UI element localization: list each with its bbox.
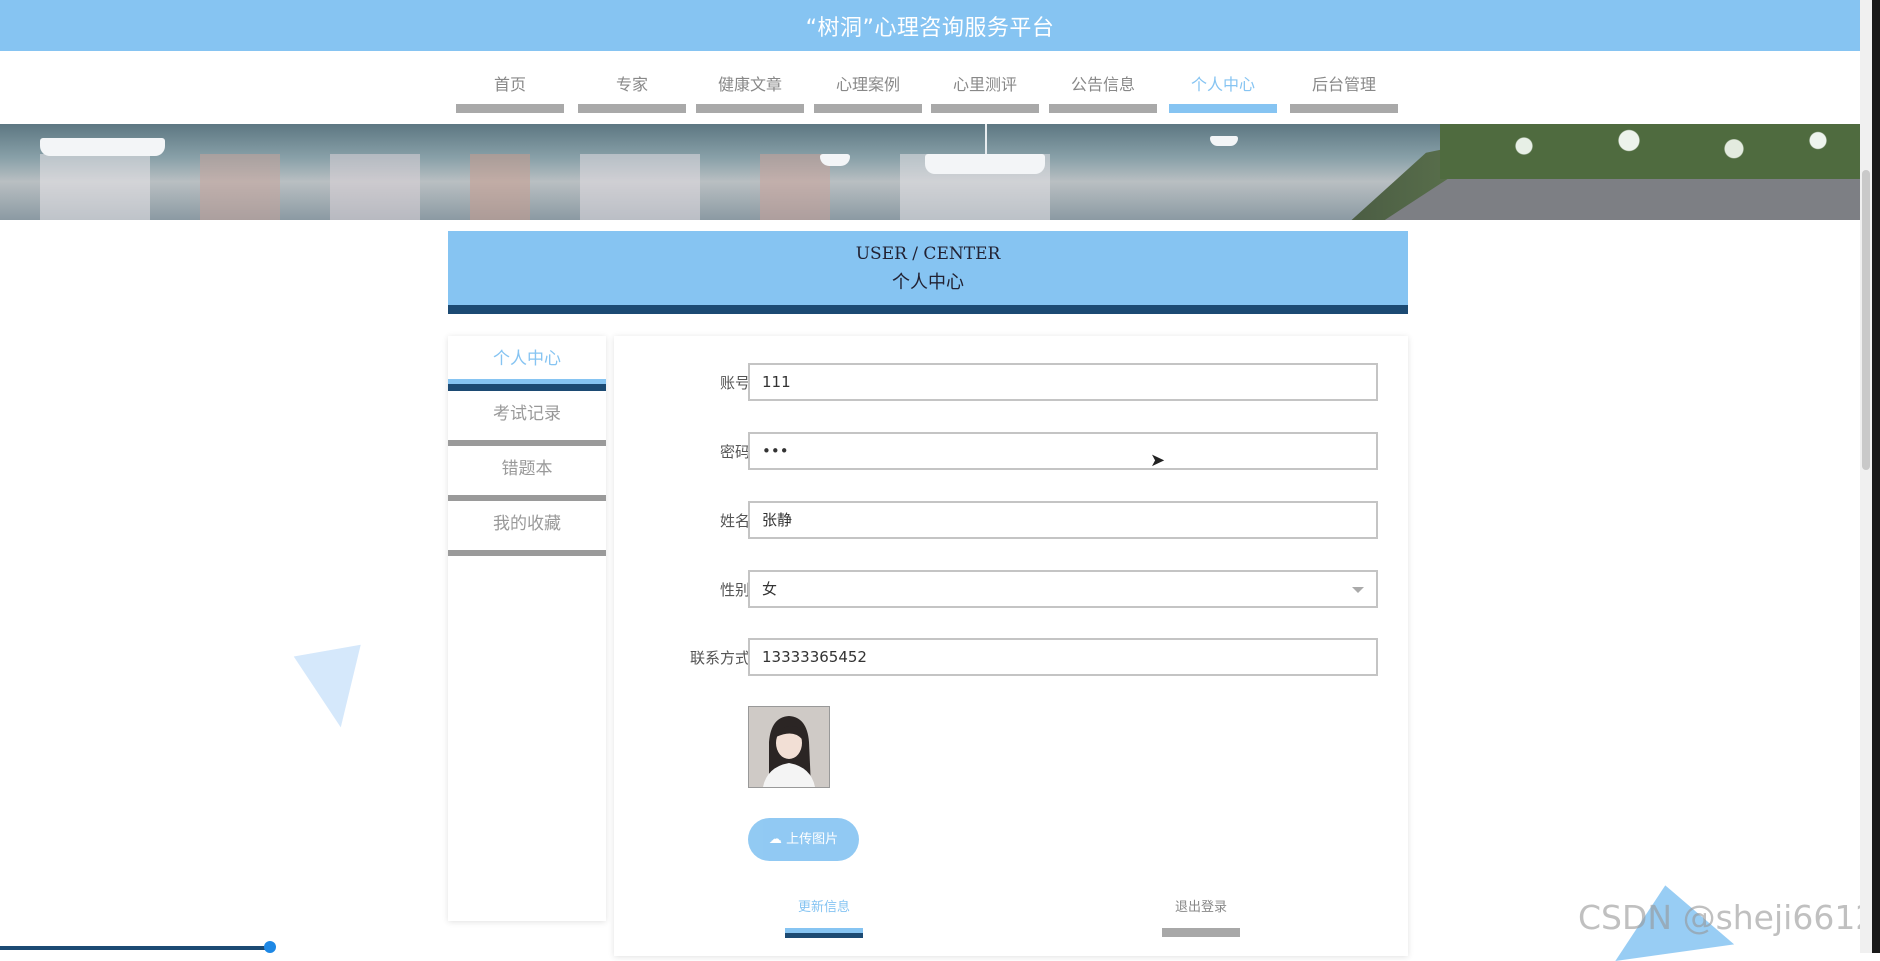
side-menu-item-label: 错题本 bbox=[501, 459, 553, 479]
contact-input[interactable]: 13333365452 bbox=[748, 638, 1378, 676]
main-nav: 首页 专家 健康文章 心理案例 心里测评 公告信息 个人中心 后台管理 bbox=[456, 70, 1401, 116]
update-info-label: 更新信息 bbox=[797, 900, 850, 915]
side-menu-item-underline bbox=[448, 379, 606, 391]
vertical-scrollbar[interactable] bbox=[1860, 0, 1872, 953]
nav-item-user-center[interactable]: 个人中心 bbox=[1169, 70, 1277, 116]
nav-item-underline bbox=[814, 104, 922, 113]
section-header: USER / CENTER 个人中心 bbox=[448, 231, 1408, 314]
water-reflection bbox=[40, 154, 150, 220]
nav-item-underline bbox=[456, 104, 564, 113]
chevron-down-icon bbox=[1352, 587, 1364, 593]
nav-item-label: 个人中心 bbox=[1190, 75, 1255, 94]
section-title-cn: 个人中心 bbox=[892, 272, 964, 293]
water-reflection bbox=[580, 154, 700, 220]
account-input[interactable]: 111 bbox=[748, 363, 1378, 401]
account-label: 账号 bbox=[719, 374, 750, 392]
password-input[interactable]: ••• bbox=[748, 432, 1378, 470]
side-menu-item-label: 考试记录 bbox=[493, 404, 561, 424]
nav-item-assessment[interactable]: 心里测评 bbox=[931, 70, 1039, 116]
site-title: “树洞”心理咨询服务平台 bbox=[805, 15, 1055, 41]
name-label: 姓名 bbox=[719, 512, 750, 530]
nav-item-home[interactable]: 首页 bbox=[456, 70, 564, 116]
profile-form: 账号 111 密码 ••• 姓名 张静 性别 女 联系方式 1333336545… bbox=[614, 336, 1408, 956]
nav-item-label: 首页 bbox=[493, 75, 526, 94]
scrollbar-thumb[interactable] bbox=[1862, 170, 1870, 470]
nav-item-articles[interactable]: 健康文章 bbox=[696, 70, 804, 116]
side-menu-item-wrong-questions[interactable]: 错题本 bbox=[448, 446, 606, 501]
avatar bbox=[748, 706, 830, 788]
gender-label: 性别 bbox=[719, 581, 750, 599]
boat bbox=[1210, 136, 1238, 146]
side-menu-item-favorites[interactable]: 我的收藏 bbox=[448, 501, 606, 556]
form-row-gender: 性别 女 bbox=[614, 570, 1408, 610]
banner-image bbox=[0, 124, 1860, 220]
side-menu-item-underline bbox=[448, 550, 606, 556]
water-reflection bbox=[330, 154, 420, 220]
form-row-password: 密码 ••• bbox=[614, 432, 1408, 472]
avatar-photo bbox=[749, 707, 829, 787]
nav-item-label: 健康文章 bbox=[717, 75, 782, 94]
watermark: CSDN @sheji6612 bbox=[1578, 898, 1877, 937]
name-input[interactable]: 张静 bbox=[748, 501, 1378, 539]
boat bbox=[820, 154, 850, 166]
logout-button[interactable]: 退出登录 bbox=[1162, 898, 1240, 937]
flower-bushes bbox=[1440, 124, 1860, 179]
bottom-progress-line bbox=[0, 946, 275, 950]
boat bbox=[925, 154, 1045, 174]
password-label: 密码 bbox=[719, 443, 750, 461]
nav-item-label: 公告信息 bbox=[1070, 75, 1135, 94]
side-menu: 个人中心 考试记录 错题本 我的收藏 bbox=[448, 336, 606, 921]
contact-label: 联系方式 bbox=[689, 649, 750, 667]
water-reflection bbox=[760, 154, 830, 220]
nav-item-underline bbox=[1049, 104, 1157, 113]
nav-item-experts[interactable]: 专家 bbox=[578, 70, 686, 116]
nav-item-cases[interactable]: 心理案例 bbox=[814, 70, 922, 116]
gender-select[interactable]: 女 bbox=[748, 570, 1378, 608]
nav-item-label: 专家 bbox=[615, 75, 648, 94]
gender-select-value: 女 bbox=[762, 580, 778, 598]
nav-item-label: 心理案例 bbox=[835, 75, 900, 94]
update-info-underline bbox=[785, 928, 863, 938]
top-header-bar: “树洞”心理咨询服务平台 bbox=[0, 0, 1860, 51]
update-info-button[interactable]: 更新信息 bbox=[785, 898, 863, 938]
logout-label: 退出登录 bbox=[1174, 900, 1227, 915]
form-row-name: 姓名 张静 bbox=[614, 501, 1408, 541]
side-menu-item-user-center[interactable]: 个人中心 bbox=[448, 336, 606, 391]
logout-underline bbox=[1162, 928, 1240, 937]
nav-item-underline bbox=[931, 104, 1039, 113]
nav-item-announcements[interactable]: 公告信息 bbox=[1049, 70, 1157, 116]
section-title-en: USER / CENTER bbox=[855, 244, 1001, 264]
nav-item-label: 后台管理 bbox=[1311, 75, 1376, 94]
upload-button-label: 上传图片 bbox=[786, 832, 839, 847]
nav-item-underline bbox=[1290, 104, 1398, 113]
side-menu-item-label: 我的收藏 bbox=[493, 514, 561, 534]
side-menu-item-exam-records[interactable]: 考试记录 bbox=[448, 391, 606, 446]
upload-image-button[interactable]: ☁ 上传图片 bbox=[748, 818, 859, 861]
nav-item-label: 心里测评 bbox=[952, 75, 1017, 94]
nav-item-underline bbox=[578, 104, 686, 113]
nav-item-admin[interactable]: 后台管理 bbox=[1290, 70, 1398, 116]
boat-mast bbox=[985, 124, 987, 154]
water-reflection bbox=[470, 154, 530, 220]
boat bbox=[40, 138, 165, 156]
form-row-account: 账号 111 bbox=[614, 363, 1408, 403]
mouse-pointer-icon: ➤ bbox=[1150, 450, 1166, 471]
decorative-triangle bbox=[293, 644, 375, 734]
side-menu-item-label: 个人中心 bbox=[493, 349, 561, 369]
bottom-progress-dot bbox=[264, 941, 276, 953]
cloud-upload-icon: ☁ bbox=[768, 832, 782, 847]
form-row-contact: 联系方式 13333365452 bbox=[614, 638, 1408, 678]
water-reflection bbox=[200, 154, 280, 220]
nav-item-underline bbox=[696, 104, 804, 113]
nav-item-underline bbox=[1169, 104, 1277, 113]
